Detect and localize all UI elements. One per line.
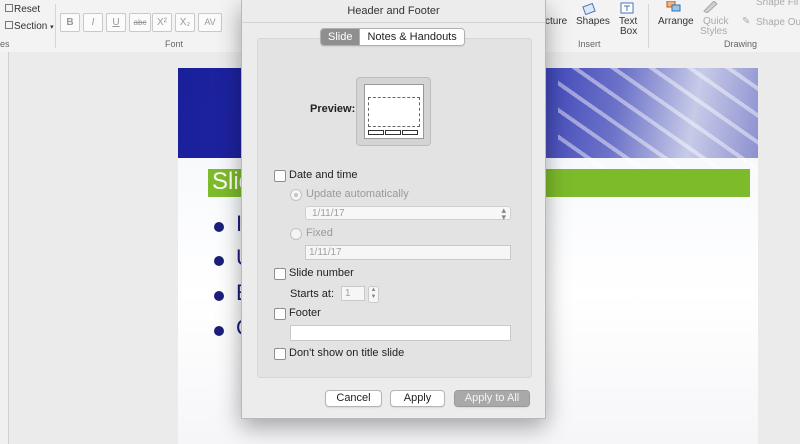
dont-show-title-label: Don't show on title slide [289,347,405,359]
subscript-button[interactable]: X₂ [175,13,195,32]
arrange-button[interactable]: Arrange [658,16,694,27]
starts-at-stepper[interactable]: ▲ ▼ [368,286,379,303]
preview-number-placeholder [402,130,418,135]
ribbon-separator [648,4,649,48]
preview-slide-thumbnail [364,84,424,139]
date-time-label: Date and time [289,169,358,181]
preview-footer-placeholder [385,130,401,135]
dont-show-title-checkbox[interactable] [274,348,286,360]
tab-notes-handouts[interactable]: Notes & Handouts [359,29,464,45]
fixed-date-input[interactable]: 1/11/17 [305,245,511,260]
superscript-button[interactable]: X² [152,13,172,32]
preview-date-placeholder [368,130,384,135]
apply-button[interactable]: Apply [390,390,445,407]
slides-group-label: es [0,39,10,49]
date-format-select[interactable]: 1/11/17 ▴ ▾ [305,205,511,222]
chevron-updown-icon: ▴ ▾ [501,205,506,222]
preview-content-area [368,97,420,127]
dialog-title: Header and Footer [242,0,545,23]
drawing-group-label: Drawing [724,39,758,49]
bullet-marker [214,291,224,301]
font-group-label: Font [165,39,184,49]
preview-box [356,77,431,146]
starts-at-input[interactable]: 1 [341,286,365,301]
shapes-icon [580,2,600,16]
italic-button[interactable]: I [83,13,103,32]
fixed-radio[interactable] [290,228,302,240]
date-time-checkbox[interactable] [274,170,286,182]
reset-button[interactable]: Reset [5,4,40,15]
footer-checkbox[interactable] [274,308,286,320]
underline-button[interactable]: U [106,13,126,32]
bold-button[interactable]: B [60,13,80,32]
bullet-marker [214,326,224,336]
cancel-button[interactable]: Cancel [325,390,382,407]
quick-styles-icon [702,0,720,14]
insert-group-label: Insert [578,39,601,49]
bullet-marker [214,222,224,232]
fixed-label: Fixed [306,227,333,239]
shape-fill-button[interactable]: Shape Fil [756,0,798,8]
slide-number-label: Slide number [289,267,354,279]
pencil-icon: ✎ [742,16,751,27]
tab-switcher: Slide Notes & Handouts [320,28,465,46]
bullet-marker [214,256,224,266]
footer-text-input[interactable] [290,325,511,341]
stepper-arrows-icon: ▲ ▼ [370,287,377,300]
section-button[interactable]: Section ▾ [5,21,54,32]
update-automatically-label: Update automatically [306,188,409,200]
slide-number-checkbox[interactable] [274,268,286,280]
shapes-button[interactable]: Shapes [576,16,610,27]
text-box-icon [620,1,634,14]
footer-label: Footer [289,307,321,319]
tab-slide[interactable]: Slide [321,29,360,45]
shape-outline-button[interactable]: Shape Outl [756,17,800,28]
update-automatically-radio[interactable] [290,189,302,201]
starts-at-label: Starts at: [290,288,335,300]
section-icon [5,21,13,29]
text-box-button-line2[interactable]: Box [620,26,637,37]
picture-button-label[interactable]: cture [545,16,567,27]
slide-thumbnail-rail[interactable] [0,52,9,444]
arrange-icon [664,0,684,12]
character-spacing-button[interactable]: AV [198,13,222,32]
chevron-down-icon: ▾ [50,24,54,31]
strikethrough-button[interactable]: abc [129,13,151,32]
quick-styles-button-line2[interactable]: Styles [700,26,727,37]
ribbon-separator [55,4,56,48]
preview-label: Preview: [310,103,356,115]
apply-to-all-button[interactable]: Apply to All [454,390,530,407]
reset-icon [5,4,13,12]
